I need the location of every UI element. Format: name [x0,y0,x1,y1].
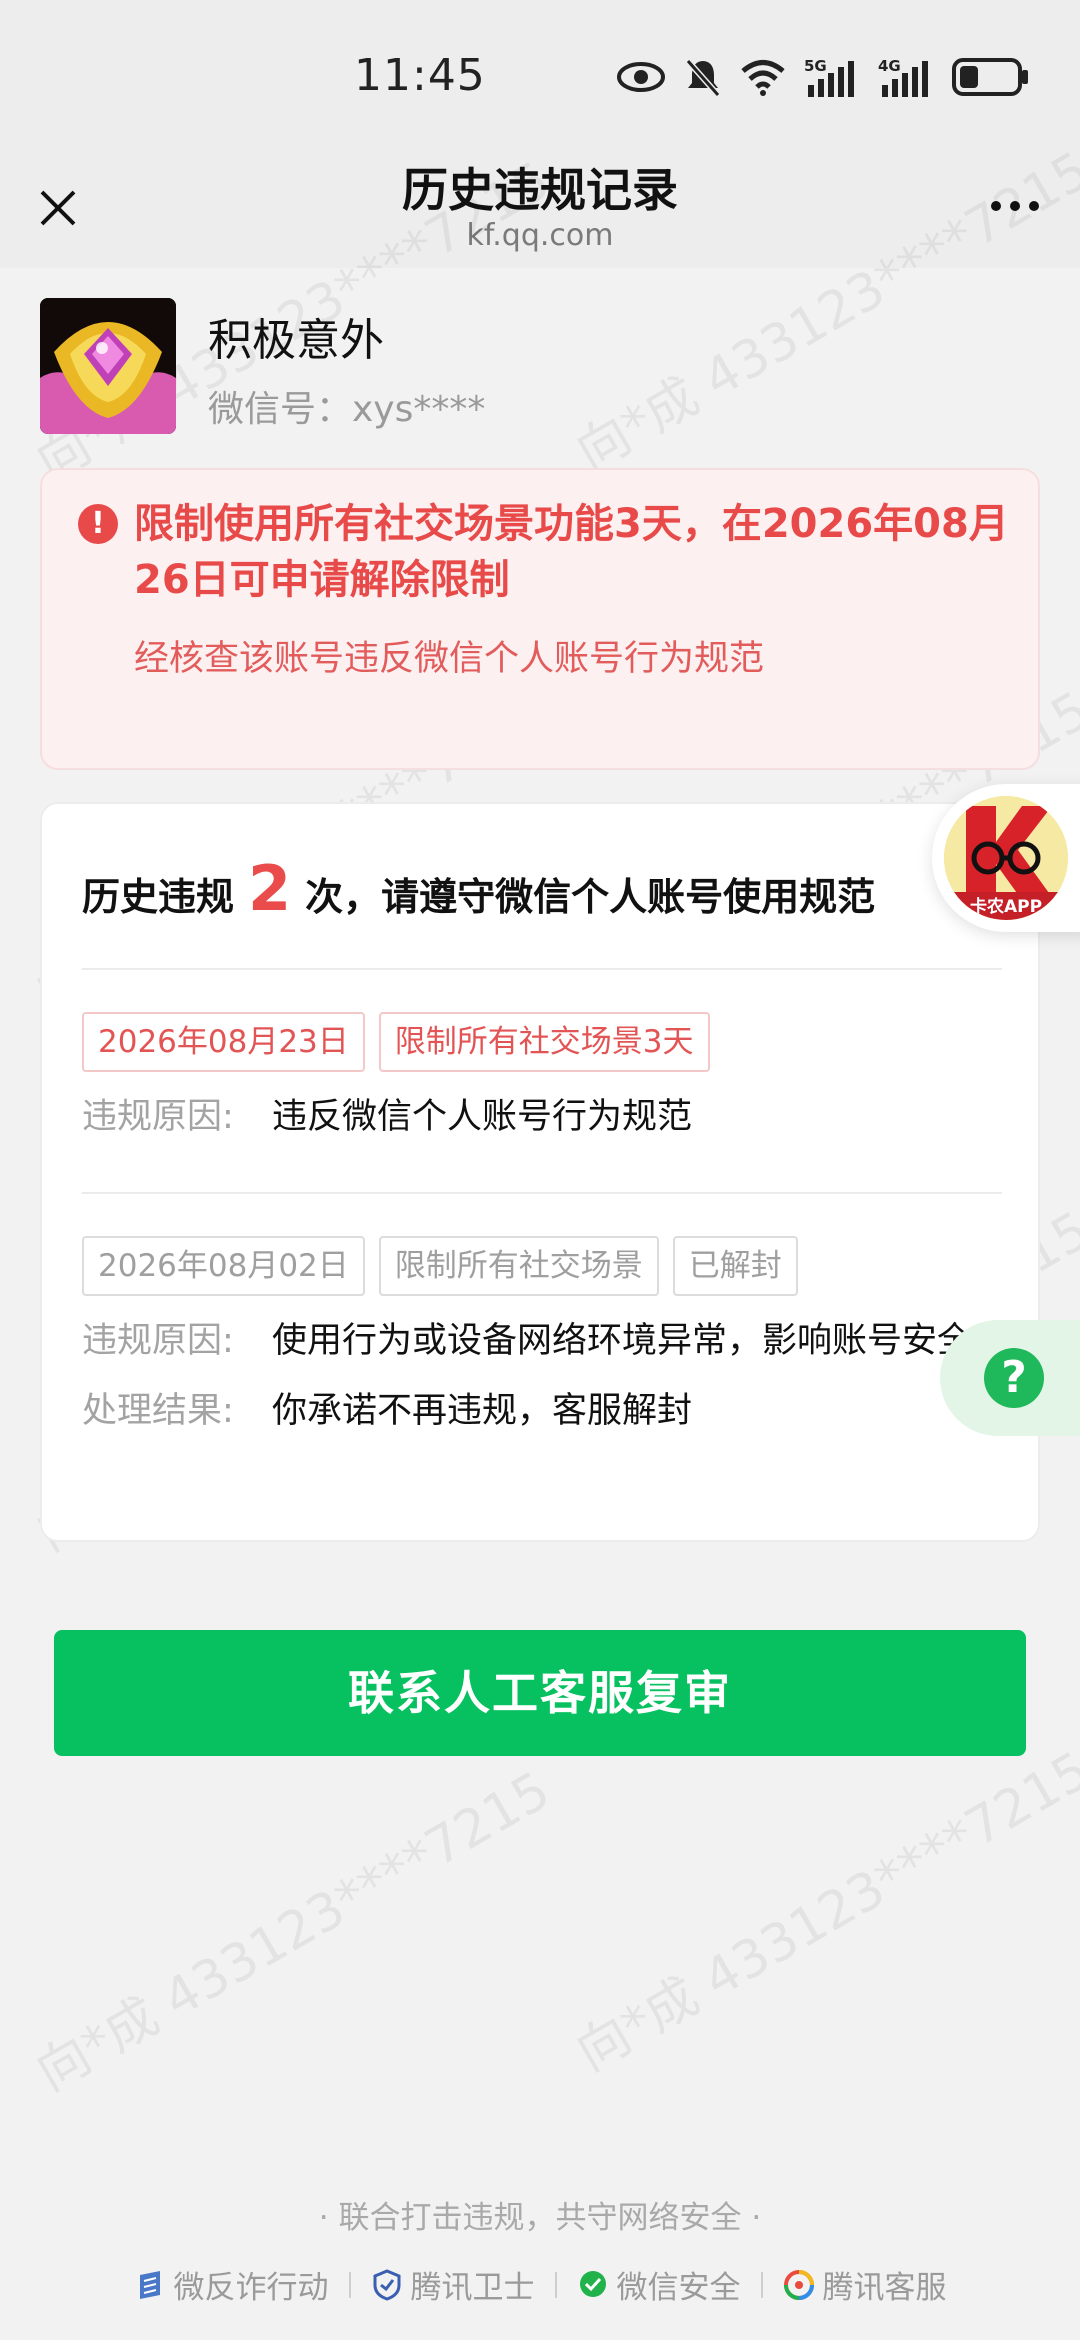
divider [82,968,1002,970]
exclamation-icon: ! [78,504,118,544]
profile: 积极意外 微信号：xys**** [40,298,1040,438]
app-badge-logo: 卡农APP [944,796,1068,920]
shield-icon [373,2268,400,2301]
question-mark-icon: ? [984,1348,1044,1408]
history-suffix: 次，请遵守微信个人账号使用规范 [305,875,876,919]
record-reason-row: 违规原因: 使用行为或设备网络环境异常，影响账号安全 [82,1316,1012,1366]
record-tags: 2026年08月02日 限制所有社交场景 已解封 [82,1236,1012,1296]
net1-label: 5G [804,57,827,75]
page-title: 历史违规记录 [402,163,678,217]
record-result-row: 处理结果: 你承诺不再违规，客服解封 [82,1386,1012,1436]
record-restriction-tag: 限制所有社交场景3天 [378,1012,710,1072]
footer-link-label: 腾讯卫士 [410,2270,535,2306]
reason-value: 违反微信个人账号行为规范 [272,1097,693,1137]
more-button[interactable] [980,186,1050,226]
footer-links: 微反诈行动 腾讯卫士 微信安全 腾讯客服 [0,2262,1080,2307]
footer-link-label: 微信安全 [616,2270,741,2306]
net2-label: 4G [878,57,901,75]
floating-app-badge[interactable]: 卡农APP [932,784,1080,932]
profile-wechat-id: 微信号：xys**** [208,389,486,430]
result-value: 你承诺不再违规，客服解封 [272,1391,693,1431]
page-domain: kf.qq.com [466,218,614,253]
avatar [40,298,176,434]
violation-record: 2026年08月23日 限制所有社交场景3天 违规原因: 违反微信个人账号行为规… [82,1012,1012,1142]
footer-link-anti-fraud[interactable]: 微反诈行动 [114,2262,349,2307]
alert-description: 经核查该账号违反微信个人账号行为规范 [134,639,765,679]
watermark: 向*成 433123****7215 [566,1740,1080,2084]
signal-5g-icon: 5G [804,57,854,97]
reason-label: 违规原因: [82,1097,234,1137]
status-icons: 5G 4G [616,52,1030,102]
footer-slogan: · 联合打击违规，共守网络安全 · [318,2200,762,2236]
profile-name: 积极意外 [208,315,384,366]
anti-fraud-icon [139,2270,160,2299]
violation-record: 2026年08月02日 限制所有社交场景 已解封 违规原因: 使用行为或设备网络… [82,1236,1012,1436]
more-dot-icon [1010,201,1020,211]
signal-4g-icon: 4G [878,57,928,97]
footer-link-tencent-guard[interactable]: 腾讯卫士 [351,2262,555,2307]
footer-link-label: 微反诈行动 [173,2270,329,2306]
record-tags: 2026年08月23日 限制所有社交场景3天 [82,1012,1012,1072]
alert-title: 限制使用所有社交场景功能3天，在2026年08月26日可申请解除限制 [134,501,1009,603]
wifi-icon [741,60,785,96]
history-header: 历史违规 2 次，请遵守微信个人账号使用规范 [82,852,875,925]
result-label: 处理结果: [82,1391,234,1431]
tencent-support-icon [783,2269,814,2300]
reason-label: 违规原因: [82,1321,234,1361]
record-status-tag: 已解封 [672,1236,798,1296]
battery-icon [952,58,1028,96]
status-bar: 11:45 5G 4G [0,0,1080,150]
footer-link-wechat-security[interactable]: 微信安全 [557,2262,761,2307]
contact-support-review-button[interactable]: 联系人工客服复审 [54,1630,1026,1756]
help-floating-button[interactable]: ? [940,1320,1080,1436]
app-badge-text: 卡农APP [970,896,1042,917]
navbar: 历史违规记录 kf.qq.com [0,150,1080,268]
record-reason-row: 违规原因: 违反微信个人账号行为规范 [82,1092,1012,1142]
more-dot-icon [991,201,1001,211]
history-prefix: 历史违规 [82,875,235,919]
eye-icon [617,62,665,92]
mute-bell-icon [685,59,721,97]
status-time: 11:45 [354,50,486,101]
record-date-tag: 2026年08月23日 [82,1012,365,1072]
record-restriction-tag: 限制所有社交场景 [378,1236,659,1296]
violation-history-card: 历史违规 2 次，请遵守微信个人账号使用规范 2026年08月23日 限制所有社… [40,802,1040,1542]
footer-link-label: 腾讯客服 [822,2270,947,2306]
footer-link-tencent-support[interactable]: 腾讯客服 [763,2262,967,2307]
watermark: 向*成 433123****7215 [26,1760,560,2104]
more-dot-icon [1029,201,1039,211]
violation-count: 2 [248,852,292,925]
wechat-security-icon [579,2270,606,2297]
divider [82,1192,1002,1194]
reason-value: 使用行为或设备网络环境异常，影响账号安全 [272,1321,973,1361]
record-date-tag: 2026年08月02日 [82,1236,365,1296]
restriction-alert: ! 限制使用所有社交场景功能3天，在2026年08月26日可申请解除限制 经核查… [40,468,1040,770]
